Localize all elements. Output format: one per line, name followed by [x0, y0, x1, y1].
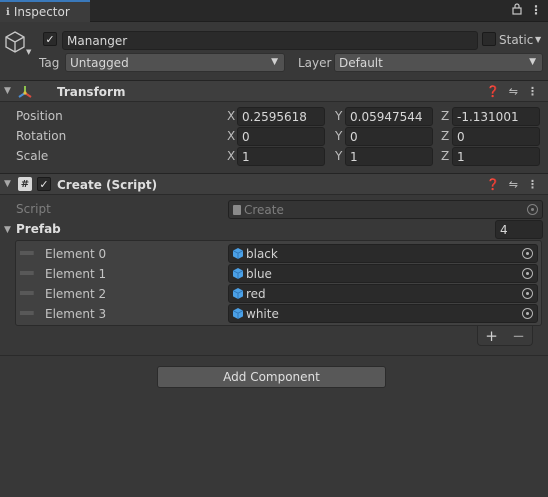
lock-icon[interactable] [512, 3, 522, 18]
rotation-y-field[interactable]: 0 [345, 127, 433, 146]
chevron-down-icon: ▼ [271, 57, 278, 67]
transform-header-icons: ❓ ⇋ ⋮ [486, 85, 538, 98]
drag-handle-icon[interactable]: ══ [20, 286, 33, 300]
object-picker-icon [527, 204, 538, 215]
transform-header[interactable]: ▼ Transform ❓ ⇋ ⋮ [0, 80, 548, 102]
foldout-arrow-icon[interactable]: ▼ [4, 86, 11, 96]
position-x-axis-label[interactable]: X [227, 109, 235, 123]
element-object-field[interactable]: red [228, 284, 538, 303]
kebab-menu-icon[interactable]: ⋮ [530, 3, 542, 18]
rotation-label: Rotation [16, 129, 67, 143]
prefab-label[interactable]: Prefab [16, 222, 61, 236]
chevron-down-icon: ▼ [529, 57, 536, 67]
object-picker-icon[interactable] [522, 288, 533, 299]
scale-label: Scale [16, 149, 49, 163]
element-label: Element 2 [45, 287, 107, 301]
position-y-field[interactable]: 0.05947544 [345, 107, 433, 126]
gameobject-cube-icon [4, 30, 26, 54]
kebab-menu-icon[interactable]: ⋮ [527, 85, 538, 98]
kebab-menu-icon[interactable]: ⋮ [527, 178, 538, 191]
object-picker-icon[interactable] [522, 248, 533, 259]
object-name-field[interactable]: Mananger [62, 31, 478, 50]
script-field: Create [228, 200, 543, 219]
tag-dropdown[interactable]: Untagged ▼ [65, 53, 285, 72]
rotation-z-field[interactable]: 0 [452, 127, 540, 146]
layer-dropdown[interactable]: Default ▼ [334, 53, 543, 72]
list-add-remove: + − [477, 326, 533, 346]
transform-icon [17, 84, 33, 102]
drag-handle-icon[interactable]: ══ [20, 246, 33, 260]
rotation-x-axis-label[interactable]: X [227, 129, 235, 143]
prefab-cube-icon [233, 288, 243, 299]
scale-y-axis-label[interactable]: Y [335, 149, 342, 163]
transform-title: Transform [57, 85, 126, 99]
prefab-foldout-arrow-icon[interactable]: ▼ [4, 225, 11, 235]
add-element-button[interactable]: + [485, 327, 498, 345]
rotation-y-axis-label[interactable]: Y [335, 129, 342, 143]
static-checkbox[interactable] [482, 32, 496, 46]
rotation-z-axis-label[interactable]: Z [441, 129, 449, 143]
script-hash-icon: # [18, 177, 32, 191]
active-checkbox[interactable]: ✓ [43, 32, 57, 46]
drag-handle-icon[interactable]: ══ [20, 306, 33, 320]
help-icon[interactable]: ❓ [486, 178, 500, 191]
script-value: Create [244, 202, 284, 217]
divider [0, 355, 548, 356]
prefab-size-field[interactable]: 4 [495, 220, 543, 239]
tab-inspector[interactable]: ℹ Inspector [0, 0, 90, 22]
tab-controls: ⋮ [512, 3, 542, 18]
create-script-header-icons: ❓ ⇋ ⋮ [486, 178, 538, 191]
element-value: black [246, 246, 278, 261]
prefab-cube-icon [233, 268, 243, 279]
scale-x-axis-label[interactable]: X [227, 149, 235, 163]
create-script-title: Create (Script) [57, 178, 158, 192]
position-z-field[interactable]: -1.131001 [452, 107, 540, 126]
element-value: white [246, 306, 279, 321]
static-label: Static [499, 33, 534, 47]
create-script-header[interactable]: ▼ # ✓ Create (Script) ❓ ⇋ ⋮ [0, 173, 548, 195]
position-y-axis-label[interactable]: Y [335, 109, 342, 123]
add-component-button[interactable]: Add Component [157, 366, 386, 388]
position-label: Position [16, 109, 63, 123]
element-object-field[interactable]: black [228, 244, 538, 263]
remove-element-button[interactable]: − [512, 327, 525, 345]
info-icon: ℹ [6, 6, 10, 18]
position-x-field[interactable]: 0.2595618 [237, 107, 325, 126]
scale-z-field[interactable]: 1 [452, 147, 540, 166]
gameobject-dropdown-caret-icon[interactable]: ▼ [26, 48, 31, 56]
element-label: Element 1 [45, 267, 107, 281]
element-value: blue [246, 266, 272, 281]
position-z-axis-label[interactable]: Z [441, 109, 449, 123]
tab-inspector-label: Inspector [13, 5, 70, 19]
script-file-icon [233, 204, 241, 215]
prefab-cube-icon [233, 308, 243, 319]
element-object-field[interactable]: blue [228, 264, 538, 283]
rotation-x-field[interactable]: 0 [237, 127, 325, 146]
scale-y-field[interactable]: 1 [345, 147, 433, 166]
element-label: Element 3 [45, 307, 107, 321]
preset-sliders-icon[interactable]: ⇋ [509, 178, 518, 191]
layer-value: Default [339, 55, 383, 70]
scale-x-field[interactable]: 1 [237, 147, 325, 166]
scale-z-axis-label[interactable]: Z [441, 149, 449, 163]
element-value: red [246, 286, 266, 301]
object-picker-icon[interactable] [522, 268, 533, 279]
script-label: Script [16, 202, 51, 216]
tab-bar: ℹ Inspector ⋮ [0, 0, 548, 22]
foldout-arrow-icon[interactable]: ▼ [4, 179, 11, 189]
script-enabled-checkbox[interactable]: ✓ [37, 177, 51, 191]
help-icon[interactable]: ❓ [486, 85, 500, 98]
tag-value: Untagged [70, 55, 129, 70]
layer-label: Layer [298, 56, 332, 70]
drag-handle-icon[interactable]: ══ [20, 266, 33, 280]
tag-label: Tag [39, 56, 60, 70]
prefab-cube-icon [233, 248, 243, 259]
element-label: Element 0 [45, 247, 107, 261]
element-object-field[interactable]: white [228, 304, 538, 323]
preset-sliders-icon[interactable]: ⇋ [509, 85, 518, 98]
object-picker-icon[interactable] [522, 308, 533, 319]
static-dropdown-caret-icon[interactable]: ▼ [535, 35, 541, 44]
